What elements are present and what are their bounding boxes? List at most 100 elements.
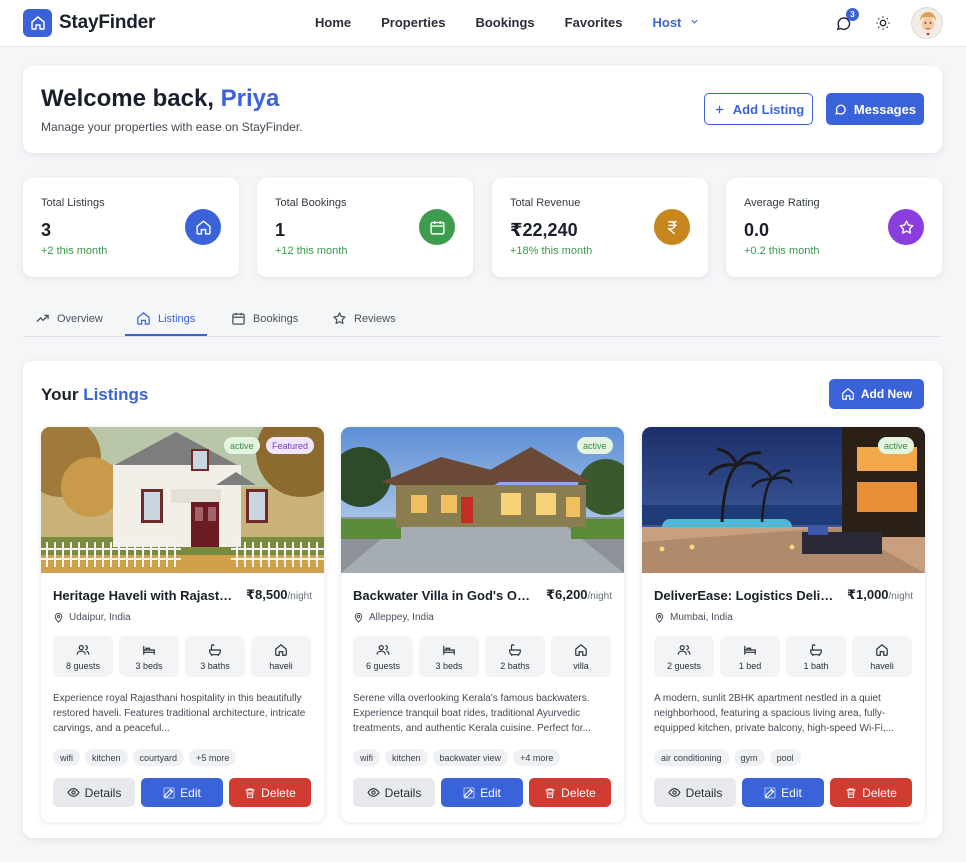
card-actions: Details Edit Delete [353,778,611,807]
nav-actions: 3 [831,7,943,39]
amenity-tag: pool [769,749,801,766]
home-icon [575,643,587,656]
listing-price: ₹8,500/night [246,587,312,603]
feature-text: 3 beds [135,660,163,671]
details-label: Details [384,785,422,800]
more-amenities-tag[interactable]: +5 more [189,749,237,766]
stat-change: +18% this month [510,245,593,257]
listing-card: active DeliverEase: Logistics Delivery ₹… [642,427,925,822]
listing-title[interactable]: DeliverEase: Logistics Delivery [654,588,836,603]
host-name: Priya [220,85,280,112]
home-icon [275,643,287,656]
brand[interactable]: StayFinder [23,9,155,37]
feature-text: haveli [269,660,293,671]
tab-listings[interactable]: Listings [136,311,195,326]
heading-prefix: Your [41,385,79,404]
bath-icon [209,643,221,656]
stat-label: Total Listings [41,197,105,209]
feature-guests: 2 guests [654,636,714,677]
feature-type: haveli [852,636,912,677]
feature-guests: 8 guests [53,636,113,677]
theme-toggle-button[interactable] [871,11,895,35]
sun-icon [876,16,890,30]
trending-up-icon [36,314,49,323]
nav-link-favorites[interactable]: Favorites [565,15,623,30]
listing-photo[interactable]: active Featured [41,427,324,573]
home-logo-icon [23,9,52,37]
add-listing-button[interactable]: Add Listing [704,93,813,125]
eye-icon [668,788,681,797]
stat-card-total-bookings: Total Bookings 1 +12 this month [257,178,473,277]
listings-heading: Your Listings [41,385,148,405]
details-button[interactable]: Details [53,778,135,807]
price-value: ₹8,500 [245,587,288,602]
dashboard-tabs: Overview Listings Bookings Reviews [23,300,942,337]
brand-name: StayFinder [59,12,156,33]
tab-reviews[interactable]: Reviews [332,311,396,326]
delete-label: Delete [862,785,897,800]
feature-text: 6 guests [365,660,401,671]
edit-icon [163,787,175,798]
star-icon [888,209,924,245]
stat-value: ₹22,240 [510,220,578,240]
amenity-tag: courtyard [132,749,185,766]
tab-overview[interactable]: Overview [35,311,103,326]
user-avatar[interactable] [911,7,943,39]
details-label: Details [685,785,723,800]
feature-beds: 3 beds [119,636,179,677]
delete-button[interactable]: Delete [830,778,912,807]
more-amenities-tag[interactable]: +4 more [513,749,561,766]
delete-button[interactable]: Delete [229,778,311,807]
trash-icon [545,788,555,798]
stat-label: Total Revenue [510,197,581,209]
delete-button[interactable]: Delete [529,778,611,807]
edit-label: Edit [781,785,802,800]
map-pin-icon [54,612,63,623]
listing-photo[interactable]: active [642,427,925,573]
price-value: ₹1,000 [846,587,889,602]
tab-bookings[interactable]: Bookings [231,311,298,326]
add-new-button[interactable]: Add New [829,379,924,409]
stat-label: Average Rating [744,197,820,209]
home-icon [185,209,221,245]
details-button[interactable]: Details [654,778,736,807]
heading-accent: Listings [83,385,149,404]
edit-icon [463,787,475,798]
listings-panel: Your Listings Add New active Featured He… [23,361,942,838]
feature-text: 3 baths [200,660,230,671]
amenity-tags: air conditioning gym pool [654,749,801,766]
listing-price: ₹6,200/night [546,587,612,603]
messages-button[interactable]: Messages [826,93,924,125]
listing-description: A modern, sunlit 2BHK apartment nestled … [654,693,894,734]
nav-host-dropdown[interactable]: Host [652,15,700,30]
nav-link-bookings[interactable]: Bookings [475,15,534,30]
nav-link-home[interactable]: Home [315,15,351,30]
feature-baths: 1 bath [786,636,846,677]
nav-links: Home Properties Bookings Favorites Host [315,15,700,30]
edit-button[interactable]: Edit [742,778,824,807]
location-text: Alleppey, India [369,612,434,623]
tab-label: Overview [57,312,103,325]
nav-link-properties[interactable]: Properties [381,15,445,30]
messages-nav-button[interactable]: 3 [831,8,859,35]
listing-title[interactable]: Heritage Haveli with Rajasthani Charm [53,588,235,603]
stat-change: +12 this month [275,245,348,257]
details-button[interactable]: Details [353,778,435,807]
price-unit: /night [888,591,913,602]
feature-text: 3 beds [435,660,463,671]
feature-text: haveli [870,660,894,671]
listing-location: Udaipur, India [53,612,131,623]
eye-icon [367,788,380,797]
listing-photo[interactable]: active [341,427,624,573]
edit-button[interactable]: Edit [141,778,223,807]
stat-value: 1 [275,220,286,240]
listing-title[interactable]: Backwater Villa in God's Own Country [353,588,535,603]
feature-text: villa [573,660,589,671]
edit-button[interactable]: Edit [441,778,523,807]
location-text: Mumbai, India [670,612,733,623]
edit-label: Edit [480,785,501,800]
featured-badge: Featured [266,437,315,454]
amenity-tag: kitchen [85,749,128,766]
feature-text: 2 guests [666,660,702,671]
active-tab-indicator [125,334,207,336]
